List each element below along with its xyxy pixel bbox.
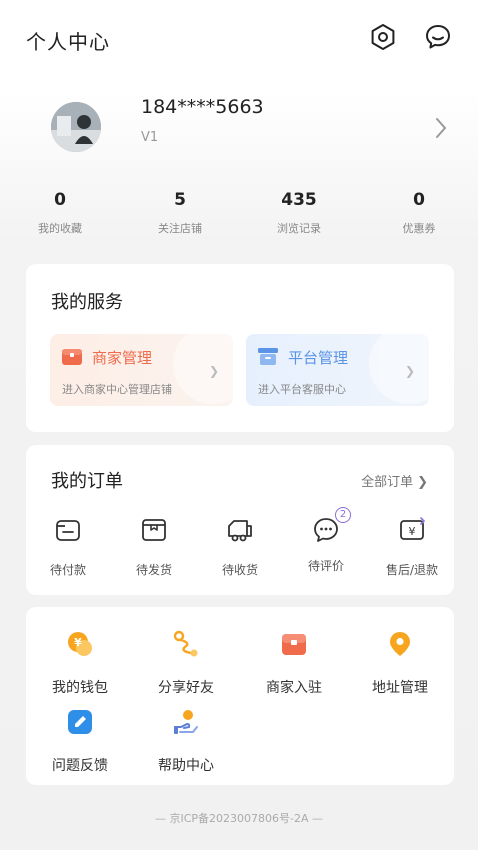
order-pending-receipt[interactable]: 待收货 bbox=[200, 515, 280, 578]
order-label: 待发货 bbox=[135, 563, 172, 577]
decorative-shape bbox=[369, 334, 429, 404]
user-phone: 184****5663 bbox=[141, 96, 264, 118]
platform-management-label: 平台管理 bbox=[288, 349, 349, 367]
refund-icon: ¥ bbox=[400, 517, 426, 540]
chevron-right-icon: ❯ bbox=[417, 475, 428, 490]
page-title: 个人中心 bbox=[26, 30, 110, 54]
wallet-coin-icon: ¥ bbox=[68, 632, 92, 656]
services-card: 我的服务 商家管理 进入商家中心管理店铺 ❯ 平台管理 进入平台客服中心 ❯ bbox=[26, 264, 454, 432]
merchant-entry-icon bbox=[282, 634, 306, 655]
stat-label: 浏览记录 bbox=[277, 222, 321, 235]
comment-icon-wrap: 2 bbox=[311, 507, 351, 545]
services-title: 我的服务 bbox=[51, 292, 123, 313]
box-icon bbox=[142, 519, 166, 541]
store-icon bbox=[62, 349, 82, 365]
order-label: 待付款 bbox=[49, 563, 86, 577]
help-center-button[interactable]: 帮助中心 bbox=[136, 707, 236, 775]
stat-favorites[interactable]: 0 我的收藏 bbox=[10, 190, 110, 236]
order-pending-payment[interactable]: 待付款 bbox=[28, 515, 108, 578]
header: 个人中心 bbox=[0, 0, 478, 78]
tool-label: 商家入驻 bbox=[266, 680, 322, 696]
truck-icon bbox=[228, 520, 252, 542]
merchant-management-label: 商家管理 bbox=[92, 349, 153, 367]
settings-icon[interactable] bbox=[368, 22, 398, 52]
share-icon bbox=[173, 630, 198, 657]
platform-management-button[interactable]: 平台管理 进入平台客服中心 ❯ bbox=[246, 334, 429, 406]
merchant-management-desc: 进入商家中心管理店铺 bbox=[62, 383, 172, 396]
feedback-icon bbox=[68, 710, 92, 734]
share-friends-button[interactable]: 分享好友 bbox=[136, 629, 236, 697]
stat-history[interactable]: 435 浏览记录 bbox=[249, 190, 349, 236]
stat-value: 0 bbox=[54, 190, 66, 210]
stat-value: 5 bbox=[174, 190, 186, 210]
order-label: 待收货 bbox=[221, 563, 258, 577]
wallet-icon bbox=[56, 520, 80, 541]
order-after-sales[interactable]: ¥ 售后/退款 bbox=[372, 515, 452, 578]
stat-value: 0 bbox=[413, 190, 425, 210]
tool-label: 分享好友 bbox=[158, 680, 214, 696]
review-count-badge: 2 bbox=[335, 507, 351, 523]
avatar[interactable] bbox=[51, 102, 101, 152]
platform-management-desc: 进入平台客服中心 bbox=[258, 383, 346, 396]
merchant-entry-button[interactable]: 商家入驻 bbox=[244, 629, 344, 697]
stat-label: 优惠券 bbox=[402, 222, 436, 235]
profile-section[interactable]: 184****5663 V1 bbox=[0, 90, 478, 170]
orders-title: 我的订单 bbox=[51, 471, 123, 492]
all-orders-label: 全部订单 bbox=[361, 475, 414, 490]
orders-card: 我的订单 全部订单 ❯ 待付款 待发货 待收货 2 待评价 ¥ 售后/退款 bbox=[26, 445, 454, 595]
my-wallet-button[interactable]: ¥ 我的钱包 bbox=[30, 629, 130, 697]
stats-row: 0 我的收藏 5 关注店铺 435 浏览记录 0 优惠券 bbox=[0, 190, 478, 246]
stat-followed-shops[interactable]: 5 关注店铺 bbox=[130, 190, 230, 236]
address-management-button[interactable]: 地址管理 bbox=[350, 629, 450, 697]
chevron-right-icon: ❯ bbox=[208, 364, 219, 378]
stat-value: 435 bbox=[281, 190, 317, 210]
stat-label: 关注店铺 bbox=[158, 222, 202, 235]
platform-icon bbox=[258, 348, 278, 365]
chevron-right-icon[interactable] bbox=[432, 116, 450, 140]
order-label: 售后/退款 bbox=[385, 563, 439, 577]
stat-coupons[interactable]: 0 优惠券 bbox=[369, 190, 469, 236]
tools-card: ¥ 我的钱包 分享好友 商家入驻 地址管理 问题反馈 帮助中心 bbox=[26, 607, 454, 785]
svg-text:¥: ¥ bbox=[409, 525, 416, 538]
feedback-button[interactable]: 问题反馈 bbox=[30, 707, 130, 775]
svg-text:¥: ¥ bbox=[74, 636, 82, 649]
help-icon bbox=[174, 710, 198, 734]
tool-label: 地址管理 bbox=[372, 680, 428, 696]
chevron-right-icon: ❯ bbox=[404, 364, 415, 378]
tool-label: 帮助中心 bbox=[158, 758, 214, 774]
merchant-management-button[interactable]: 商家管理 进入商家中心管理店铺 ❯ bbox=[50, 334, 233, 406]
icp-record: — 京ICP备2023007806号-2A — bbox=[154, 812, 324, 825]
customer-service-icon[interactable] bbox=[423, 22, 453, 52]
user-level: V1 bbox=[141, 130, 159, 145]
decorative-shape bbox=[173, 334, 233, 404]
order-label: 待评价 bbox=[307, 559, 344, 573]
order-pending-review[interactable]: 2 待评价 bbox=[286, 507, 366, 574]
order-pending-shipment[interactable]: 待发货 bbox=[114, 515, 194, 578]
tool-label: 我的钱包 bbox=[52, 680, 108, 696]
tool-label: 问题反馈 bbox=[52, 758, 108, 774]
all-orders-link[interactable]: 全部订单 ❯ bbox=[361, 471, 428, 490]
location-icon bbox=[390, 632, 410, 656]
stat-label: 我的收藏 bbox=[38, 222, 82, 235]
